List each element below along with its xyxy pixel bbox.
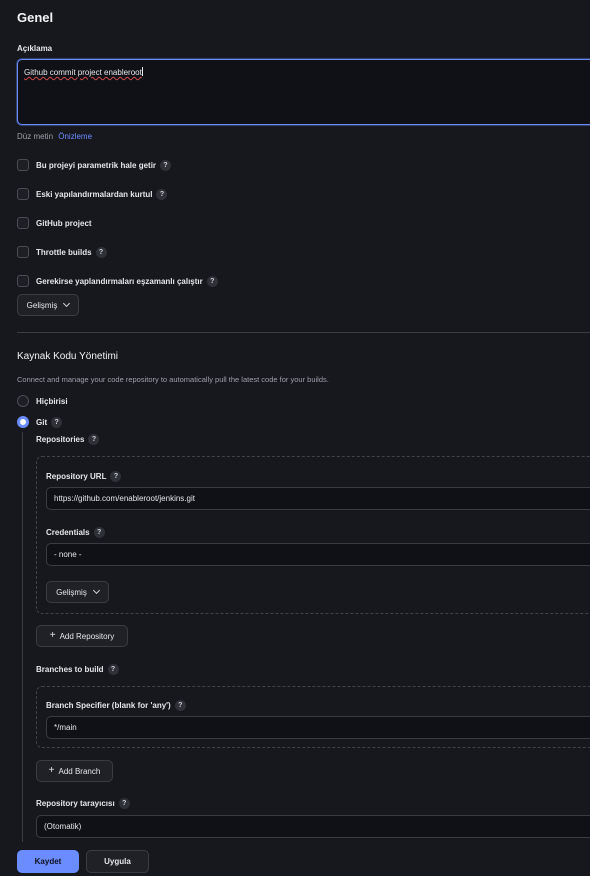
help-icon[interactable]: ? (93, 527, 105, 538)
browser-label: Repository tarayıcısı (36, 799, 115, 808)
radio-label: Hiçbirisi (36, 396, 68, 406)
option-label: Throttle builds (36, 247, 92, 257)
repo-url-label: Repository URL (46, 472, 107, 481)
button-label: Add Repository (59, 631, 115, 641)
credentials-label: Credentials (46, 528, 90, 537)
credentials-value: - none - (54, 550, 82, 559)
checkbox[interactable] (17, 246, 29, 258)
apply-button[interactable]: Uygula (86, 850, 149, 873)
branch-specifier-header: Branch Specifier (blank for 'any') ? (46, 700, 186, 711)
option-parametrize[interactable]: Bu projeyi parametrik hale getir ? (17, 159, 172, 171)
text-caret (141, 67, 143, 76)
button-label: Add Branch (58, 766, 101, 776)
help-icon[interactable]: ? (88, 434, 100, 445)
radio-label: Git (36, 417, 48, 427)
help-icon[interactable]: ? (206, 275, 218, 287)
option-discard-old[interactable]: Eski yapılandırmalardan kurtul ? (17, 188, 168, 200)
option-label: Gerekirse yaplandırmaları eşzamanlı çalı… (36, 276, 203, 286)
option-label: Eski yapılandırmalardan kurtul (36, 189, 153, 199)
section-divider (17, 332, 590, 333)
save-button[interactable]: Kaydet (17, 850, 79, 873)
plain-text-label: Düz metin (17, 132, 54, 141)
help-icon[interactable]: ? (51, 416, 63, 428)
add-repository-button[interactable]: + Add Repository (36, 625, 128, 647)
radio-button[interactable] (17, 395, 29, 407)
checkbox[interactable] (17, 217, 29, 229)
branches-label: Branches to build (36, 665, 104, 674)
git-section-rail (22, 432, 23, 842)
radio-button-selected[interactable] (17, 416, 29, 428)
branches-header: Branches to build ? (36, 664, 119, 675)
plus-icon: + (48, 765, 55, 776)
add-branch-button[interactable]: + Add Branch (36, 760, 113, 782)
credentials-select[interactable]: - none - (46, 543, 590, 566)
preview-link[interactable]: Önizleme (58, 132, 92, 141)
help-icon[interactable]: ? (107, 664, 119, 675)
general-advanced-button[interactable]: Gelişmiş (17, 294, 79, 316)
help-icon[interactable]: ? (160, 159, 172, 171)
repository-browser-select[interactable]: (Otomatik) (36, 815, 590, 838)
button-label: Gelişmiş (26, 300, 58, 310)
description-label: Açıklama (17, 44, 53, 53)
option-label: Bu projeyi parametrik hale getir (36, 160, 157, 170)
option-throttle-builds[interactable]: Throttle builds ? (17, 246, 107, 258)
description-text: Github commit project enableroot (24, 68, 142, 77)
help-icon[interactable]: ? (110, 471, 122, 482)
checkbox[interactable] (17, 159, 29, 171)
option-github-project[interactable]: GitHub project (17, 217, 92, 229)
chevron-down-icon (63, 299, 71, 308)
credentials-header: Credentials ? (46, 527, 105, 538)
branch-specifier-label: Branch Specifier (blank for 'any') (46, 701, 171, 710)
scm-option-none[interactable]: Hiçbirisi (17, 395, 68, 407)
help-icon[interactable]: ? (156, 188, 168, 200)
description-textarea[interactable]: Github commit project enableroot (17, 59, 590, 125)
repositories-header: Repositories ? (36, 434, 100, 445)
plus-icon: + (49, 630, 56, 641)
section-title-scm: Kaynak Kodu Yönetimi (17, 351, 118, 362)
section-title-general: Genel (17, 10, 54, 25)
branch-specifier-value: */main (54, 723, 77, 732)
branch-specifier-input[interactable]: */main (46, 716, 590, 739)
scm-option-git[interactable]: Git ? (17, 416, 63, 428)
option-concurrent-builds[interactable]: Gerekirse yaplandırmaları eşzamanlı çalı… (17, 275, 218, 287)
repo-url-input[interactable]: https://github.com/enableroot/jenkins.gi… (46, 487, 590, 510)
checkbox[interactable] (17, 188, 29, 200)
browser-header: Repository tarayıcısı ? (36, 798, 130, 809)
help-icon[interactable]: ? (174, 700, 186, 711)
repo-advanced-button[interactable]: Gelişmiş (46, 581, 109, 603)
scm-description: Connect and manage your code repository … (17, 375, 329, 384)
browser-value: (Otomatik) (44, 822, 82, 831)
button-label: Gelişmiş (56, 587, 87, 597)
option-label: GitHub project (36, 218, 92, 228)
repositories-label: Repositories (36, 435, 85, 444)
repo-url-value: https://github.com/enableroot/jenkins.gi… (54, 494, 195, 503)
chevron-down-icon (92, 586, 100, 595)
repo-url-header: Repository URL ? (46, 471, 122, 482)
help-icon[interactable]: ? (95, 246, 107, 258)
checkbox[interactable] (17, 275, 29, 287)
help-icon[interactable]: ? (118, 798, 130, 809)
